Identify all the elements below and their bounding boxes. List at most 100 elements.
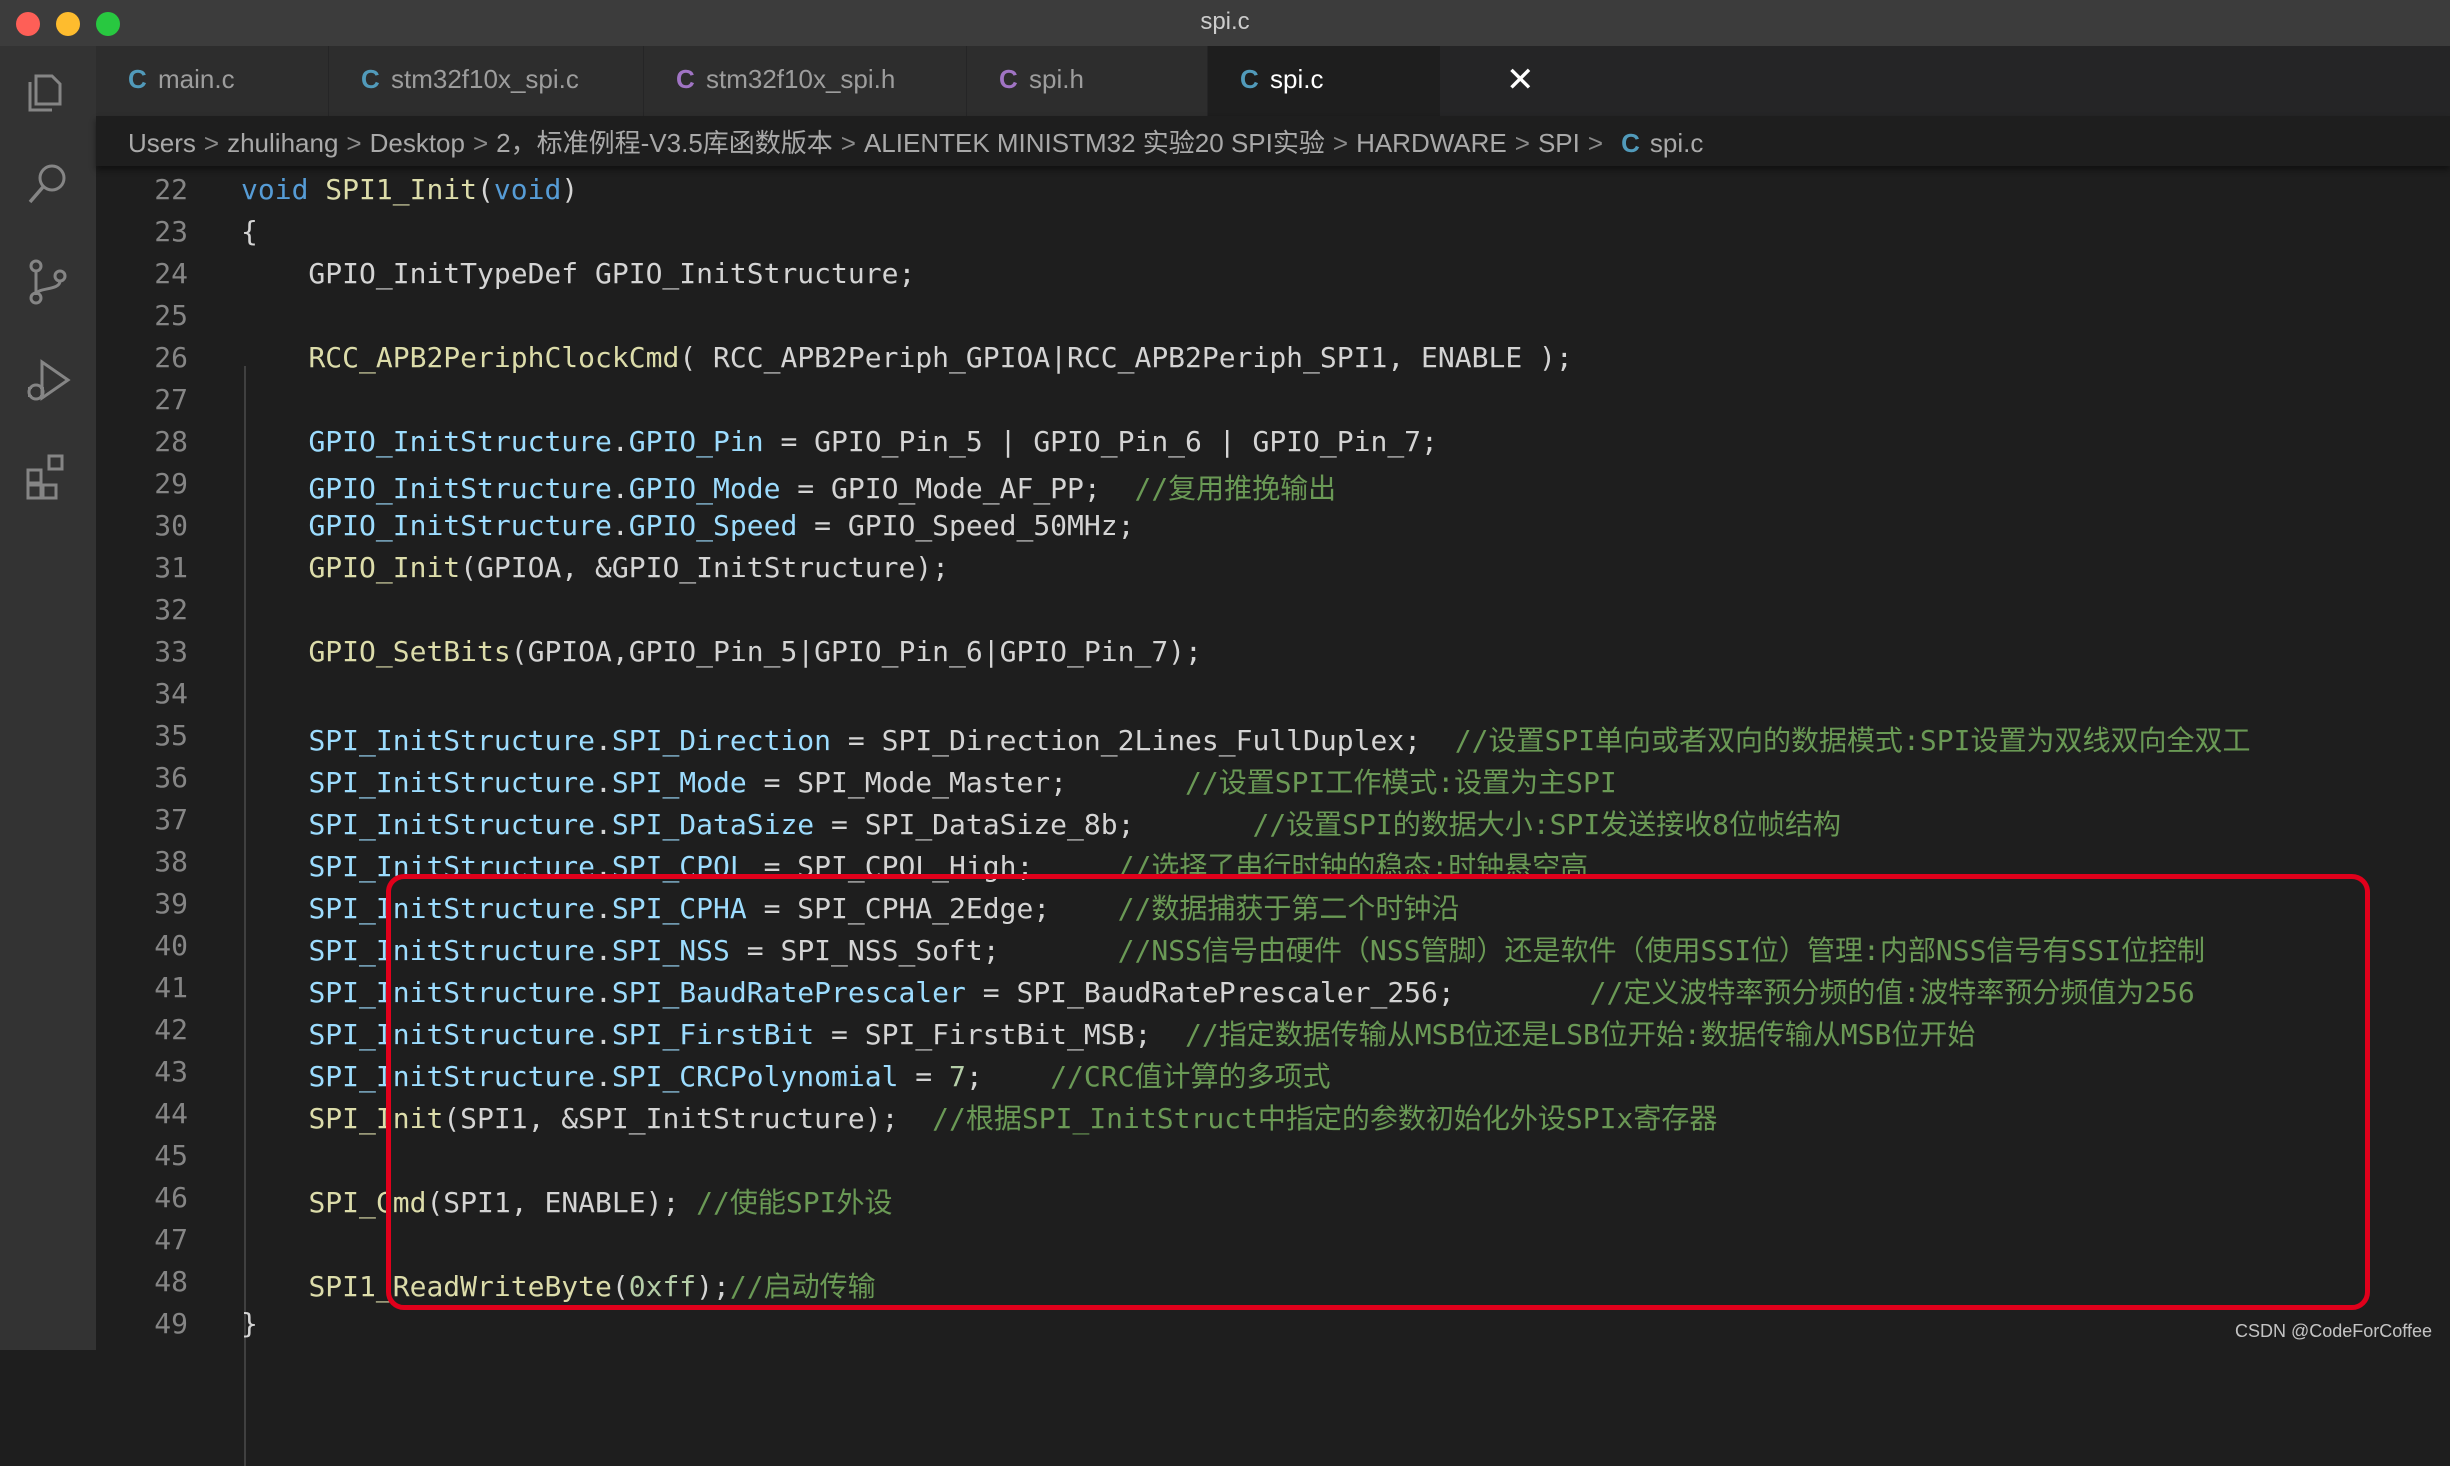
- code-line[interactable]: 31 GPIO_Init(GPIOA, &GPIO_InitStructure)…: [96, 548, 2450, 590]
- breadcrumb: Users > zhulihang > Desktop >2，标准例程-V3.5库函数版本…: [96, 116, 2450, 166]
- code-text: SPI_InitStructure.SPI_BaudRatePrescaler …: [241, 971, 2194, 1011]
- code-line[interactable]: 47: [96, 1220, 2450, 1262]
- title-bar: spi.c: [0, 0, 2450, 47]
- line-number: 30: [154, 509, 188, 542]
- code-line[interactable]: 29 GPIO_InitStructure.GPIO_Mode = GPIO_M…: [96, 464, 2450, 506]
- code-line[interactable]: 37 SPI_InitStructure.SPI_DataSize = SPI_…: [96, 800, 2450, 842]
- code-token: GPIO_SetBits: [308, 635, 511, 668]
- close-tab-icon[interactable]: ✕: [1506, 60, 1535, 100]
- tab-bar: C main.c C stm32f10x_spi.c C stm32f10x_s…: [96, 46, 2450, 116]
- code-line[interactable]: 33 GPIO_SetBits(GPIOA,GPIO_Pin_5|GPIO_Pi…: [96, 632, 2450, 674]
- code-comment: //设置SPI单向或者双向的数据模式:SPI设置为双线双向全双工: [1454, 724, 2251, 757]
- code-token: ( RCC_APB2Periph_GPIOA|RCC_APB2Periph_SP…: [679, 341, 1573, 374]
- code-token: = SPI_DataSize_8b;: [814, 808, 1253, 841]
- code-token: void: [493, 173, 562, 206]
- code-line[interactable]: 42 SPI_InitStructure.SPI_FirstBit = SPI_…: [96, 1010, 2450, 1052]
- code-token: SPI_InitStructure: [308, 934, 596, 967]
- code-line[interactable]: 26 RCC_APB2PeriphClockCmd( RCC_APB2Perip…: [96, 338, 2450, 380]
- tab-spi-h[interactable]: C spi.h: [967, 46, 1208, 116]
- code-token: (SPI1, &SPI_InitStructure);: [443, 1102, 933, 1135]
- explorer-icon[interactable]: [22, 66, 74, 118]
- tab-main-c[interactable]: C main.c: [96, 46, 329, 116]
- line-number: 46: [154, 1181, 188, 1214]
- breadcrumb-item[interactable]: Desktop: [370, 128, 465, 158]
- code-line[interactable]: 36 SPI_InitStructure.SPI_Mode = SPI_Mode…: [96, 758, 2450, 800]
- code-line[interactable]: 23 {: [96, 212, 2450, 254]
- code-editor[interactable]: 22 void SPI1_Init(void) 23{24 GPIO_InitTyp…: [96, 166, 2450, 1466]
- code-text: RCC_APB2PeriphClockCmd( RCC_APB2Periph_G…: [241, 341, 1573, 374]
- code-line[interactable]: 49}: [96, 1304, 2450, 1346]
- breadcrumb-item[interactable]: HARDWARE: [1356, 128, 1507, 158]
- code-line[interactable]: 35 SPI_InitStructure.SPI_Direction = SPI…: [96, 716, 2450, 758]
- breadcrumb-item[interactable]: zhulihang: [227, 128, 338, 158]
- code-line[interactable]: 22 void SPI1_Init(void): [96, 170, 2450, 212]
- tab-stm32f10x-spi-c[interactable]: C stm32f10x_spi.c: [329, 46, 644, 116]
- code-text: }: [241, 1307, 258, 1340]
- line-number: 41: [154, 971, 188, 1004]
- line-number: 28: [154, 425, 188, 458]
- code-line[interactable]: 32: [96, 590, 2450, 632]
- line-number: 25: [154, 299, 188, 332]
- code-text: SPI_InitStructure.SPI_Mode = SPI_Mode_Ma…: [241, 761, 1616, 801]
- code-token: = SPI_FirstBit_MSB;: [814, 1018, 1186, 1051]
- code-token: 0xff: [628, 1270, 697, 1303]
- code-token: SPI_NSS: [611, 934, 730, 967]
- breadcrumb-item[interactable]: Users: [128, 128, 196, 158]
- code-line[interactable]: 41 SPI_InitStructure.SPI_BaudRatePrescal…: [96, 968, 2450, 1010]
- extensions-icon[interactable]: [22, 450, 74, 502]
- tab-label: stm32f10x_spi.c: [391, 64, 579, 94]
- search-icon[interactable]: [22, 158, 74, 210]
- tab-stm32f10x-spi-h[interactable]: C stm32f10x_spi.h: [644, 46, 967, 116]
- code-line[interactable]: 25: [96, 296, 2450, 338]
- code-line[interactable]: 43 SPI_InitStructure.SPI_CRCPolynomial =…: [96, 1052, 2450, 1094]
- code-comment: //CRC值计算的多项式: [1050, 1060, 1331, 1093]
- code-line[interactable]: 45: [96, 1136, 2450, 1178]
- line-number: 45: [154, 1139, 188, 1172]
- window-title: spi.c: [1200, 8, 1250, 35]
- code-line[interactable]: 24 GPIO_InitTypeDef GPIO_InitStructure;: [96, 254, 2450, 296]
- code-line[interactable]: 48 SPI1_ReadWriteByte(0xff);//启动传输: [96, 1262, 2450, 1304]
- code-text: SPI_Cmd(SPI1, ENABLE); //使能SPI外设: [241, 1181, 892, 1221]
- code-text: SPI_InitStructure.SPI_CRCPolynomial = 7;…: [241, 1055, 1330, 1095]
- tab-spi-c[interactable]: C spi.c ✕: [1208, 46, 1535, 116]
- run-debug-icon[interactable]: [22, 354, 74, 406]
- code-token: .: [595, 724, 612, 757]
- code-line[interactable]: 44 SPI_Init(SPI1, &SPI_InitStructure); /…: [96, 1094, 2450, 1136]
- code-line[interactable]: 46 SPI_Cmd(SPI1, ENABLE); //使能SPI外设: [96, 1178, 2450, 1220]
- line-number: 22: [154, 173, 188, 206]
- code-line[interactable]: 34: [96, 674, 2450, 716]
- breadcrumb-item[interactable]: ALIENTEK MINISTM32 实验20 SPI实验: [864, 128, 1325, 158]
- code-token: SPI_Direction: [611, 724, 832, 757]
- code-token: GPIO_InitStructure: [308, 472, 612, 505]
- code-line[interactable]: 39 SPI_InitStructure.SPI_CPHA = SPI_CPHA…: [96, 884, 2450, 926]
- code-comment: //指定数据传输从MSB位还是LSB位开始:数据传输从MSB位开始: [1185, 1018, 1976, 1051]
- code-token: SPI_InitStructure: [308, 850, 596, 883]
- code-token: = GPIO_Pin_5 | GPIO_Pin_6 | GPIO_Pin_7;: [763, 425, 1438, 458]
- code-token: GPIO_Speed: [628, 509, 798, 542]
- breadcrumb-file[interactable]: spi.c: [1650, 128, 1703, 158]
- code-token: SPI_InitStructure: [308, 1018, 596, 1051]
- line-number: 49: [154, 1307, 188, 1340]
- breadcrumb-item[interactable]: 2，标准例程-V3.5库函数版本: [496, 128, 833, 158]
- code-token: = SPI_CPOL_High;: [746, 850, 1118, 883]
- code-line[interactable]: 38 SPI_InitStructure.SPI_CPOL = SPI_CPOL…: [96, 842, 2450, 884]
- code-token: .: [595, 892, 612, 925]
- code-token: (SPI1, ENABLE);: [426, 1186, 697, 1219]
- line-number: 24: [154, 257, 188, 290]
- code-comment: //复用推挽输出: [1134, 472, 1337, 505]
- code-line[interactable]: 27: [96, 380, 2450, 422]
- code-line[interactable]: 30 GPIO_InitStructure.GPIO_Speed = GPIO_…: [96, 506, 2450, 548]
- code-token: SPI_InitStructure: [308, 766, 596, 799]
- breadcrumb-item[interactable]: SPI: [1538, 128, 1580, 158]
- code-token: SPI_InitStructure: [308, 892, 596, 925]
- chevron-right-icon: >: [472, 128, 489, 158]
- code-token: {: [241, 215, 258, 248]
- code-line[interactable]: 28 GPIO_InitStructure.GPIO_Pin = GPIO_Pi…: [96, 422, 2450, 464]
- line-number: 37: [154, 803, 188, 836]
- code-text: GPIO_InitStructure.GPIO_Mode = GPIO_Mode…: [241, 467, 1336, 507]
- source-control-icon[interactable]: [22, 256, 74, 308]
- code-line[interactable]: 40 SPI_InitStructure.SPI_NSS = SPI_NSS_S…: [96, 926, 2450, 968]
